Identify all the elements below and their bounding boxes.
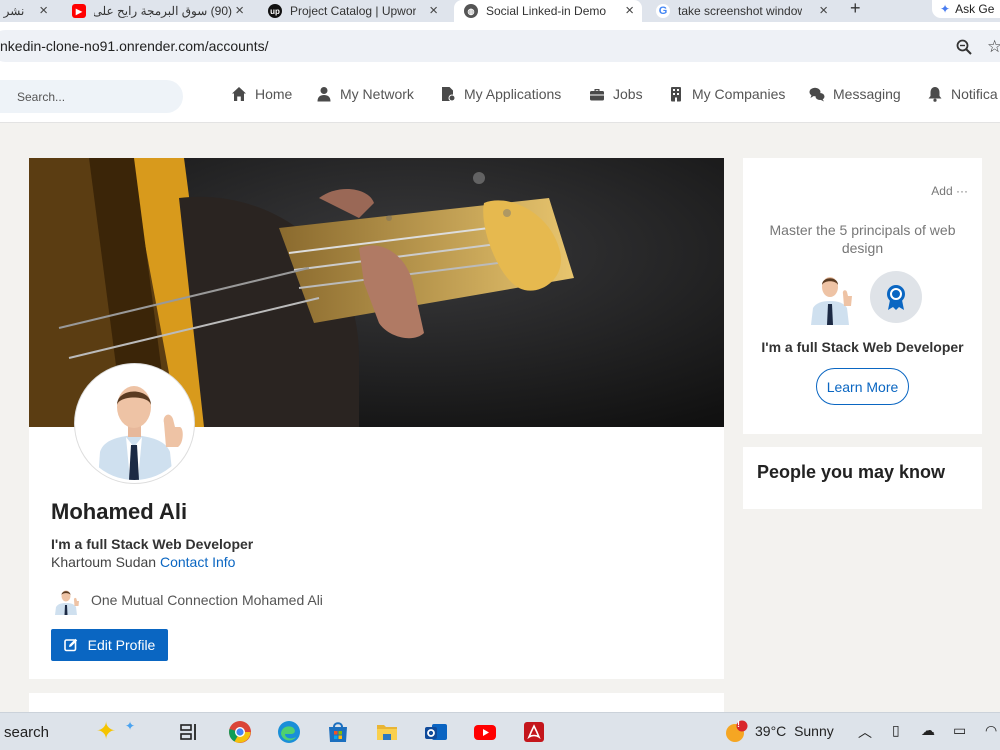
nav-item-jobs[interactable]: Jobs [589, 86, 643, 102]
tab-3[interactable]: up Project Catalog | Upwork × [268, 0, 446, 22]
address-bar-row: nkedin-clone-no91.onrender.com/accounts/… [0, 22, 1000, 70]
zoom-icon[interactable] [955, 38, 973, 56]
bookmark-star-icon[interactable]: ☆ [987, 37, 1000, 57]
ad-text: Master the 5 principals of web design [769, 222, 956, 256]
mutual-connection-text: One Mutual Connection Mohamed Ali [91, 592, 323, 608]
nav-item-my-applications[interactable]: My Applications [440, 86, 561, 102]
building-icon [671, 87, 681, 102]
chat-icon [809, 87, 825, 102]
bell-icon [928, 87, 942, 102]
profile-name: Mohamed Ali [51, 499, 188, 524]
ad-label-row[interactable]: Add ··· [931, 184, 968, 198]
tab-5[interactable]: G take screenshot window × [656, 0, 836, 22]
app-navbar: Home My Network My Applications Jobs My … [0, 70, 1000, 123]
nav-label: My Applications [464, 86, 562, 102]
nav-label: Home [255, 86, 293, 102]
url-text[interactable]: nkedin-clone-no91.onrender.com/accounts/ [0, 38, 269, 54]
youtube-icon: ▶ [72, 4, 86, 18]
learn-more-button[interactable]: Learn More [816, 368, 909, 405]
tab-title: Project Catalog | Upwork [290, 4, 416, 18]
sparkle-icon: ✦ [940, 2, 951, 16]
close-icon[interactable]: × [819, 2, 828, 19]
ask-gemini-button[interactable]: ✦ Ask Ge [932, 0, 1000, 18]
taskbar-search[interactable]: search [4, 724, 49, 741]
wifi-icon[interactable]: ◠ [985, 722, 997, 739]
file-icon [442, 87, 456, 102]
ad-person-image [811, 277, 852, 325]
nav-item-home[interactable]: Home [231, 86, 292, 102]
tab-1[interactable]: نشر ه × [0, 0, 56, 22]
tab-title: Social Linked-in Demo [486, 4, 607, 18]
task-view-icon[interactable] [178, 720, 202, 744]
windows-taskbar: search ✦ ✦ ! 39°C Sunny ︿ ▯ ☁ ▭ ◠ [0, 712, 1000, 750]
people-you-may-know-card: People you may know [743, 447, 982, 509]
profile-location: Khartoum Sudan [51, 554, 157, 570]
outlook-icon[interactable] [424, 720, 448, 744]
nav-label: Notifica [951, 86, 998, 102]
mutual-connection-row[interactable]: One Mutual Connection Mohamed Ali [51, 585, 323, 615]
profile-location-row: Khartoum Sudan Contact Info [51, 554, 235, 570]
nav-item-my-companies[interactable]: My Companies [668, 86, 785, 102]
weather-alert-badge: ! [737, 719, 740, 729]
ad-title: I'm a full Stack Web Developer [761, 339, 964, 355]
phone-link-icon[interactable]: ▯ [892, 722, 900, 739]
store-icon[interactable] [326, 720, 350, 744]
file-explorer-icon[interactable] [375, 720, 399, 744]
browser-tab-strip: نشر ه × ▶ (90) سوق البرمجة رايح على × up… [0, 0, 1000, 22]
sparkle-icon[interactable]: ✦ [96, 717, 116, 746]
chevron-up-icon[interactable]: ︿ [858, 722, 872, 742]
weather-widget[interactable]: 39°C Sunny [755, 723, 834, 739]
profile-headline: I'm a full Stack Web Developer [51, 536, 254, 552]
nav-item-my-network[interactable]: My Network [316, 86, 414, 102]
user-icon [317, 87, 331, 102]
ask-label: Ask Ge [955, 2, 995, 16]
nav-label: Messaging [833, 86, 901, 102]
ad-card: Add ··· Master the 5 principals of web d… [743, 158, 982, 434]
close-icon[interactable]: × [235, 2, 244, 19]
nav-label: My Companies [692, 86, 786, 102]
profile-avatar[interactable] [75, 364, 194, 483]
edit-icon [63, 638, 77, 652]
award-icon [887, 285, 905, 310]
edit-profile-label: Edit Profile [87, 637, 156, 653]
avatar [78, 367, 191, 480]
close-icon[interactable]: × [429, 2, 438, 19]
briefcase-icon [590, 89, 604, 101]
youtube-icon[interactable] [473, 720, 497, 744]
tab-title: نشر ه [0, 4, 25, 18]
people-you-may-know-title: People you may know [757, 462, 946, 482]
nav-label: My Network [340, 86, 414, 102]
weather-condition: Sunny [794, 723, 834, 739]
contact-info-link[interactable]: Contact Info [160, 554, 236, 570]
more-options-icon: ··· [956, 184, 968, 198]
nav-item-messaging[interactable]: Messaging [809, 86, 901, 102]
edge-icon[interactable] [277, 720, 301, 744]
battery-icon[interactable]: ▭ [953, 722, 966, 739]
search-input[interactable] [0, 80, 183, 113]
mutual-connection-avatar [55, 590, 79, 615]
pdf-reader-icon[interactable] [522, 720, 546, 744]
award-badge [870, 271, 922, 323]
nav-label: Jobs [613, 86, 643, 102]
nav-item-notifications[interactable]: Notifica [927, 86, 998, 102]
close-icon[interactable]: × [39, 2, 48, 19]
ad-label: Add [931, 184, 953, 198]
tab-title: take screenshot window [678, 4, 802, 18]
tab-2[interactable]: ▶ (90) سوق البرمجة رايح على × [72, 0, 252, 22]
profile-card: Mohamed Ali I'm a full Stack Web Develop… [29, 158, 724, 679]
close-icon[interactable]: × [625, 2, 634, 19]
google-icon: G [656, 4, 670, 18]
cloud-icon[interactable]: ☁ [921, 722, 935, 739]
tab-4[interactable]: ◍ Social Linked-in Demo × [454, 0, 642, 22]
edit-profile-button[interactable]: Edit Profile [51, 629, 168, 661]
sparkle-small-icon: ✦ [125, 719, 136, 733]
chrome-icon[interactable] [228, 720, 252, 744]
upwork-icon: up [268, 4, 282, 18]
globe-icon: ◍ [464, 4, 478, 18]
temperature: 39°C [755, 723, 787, 739]
home-icon [232, 87, 246, 101]
tab-title: (90) سوق البرمجة رايح على [94, 4, 232, 18]
new-tab-button[interactable]: + [850, 0, 861, 19]
